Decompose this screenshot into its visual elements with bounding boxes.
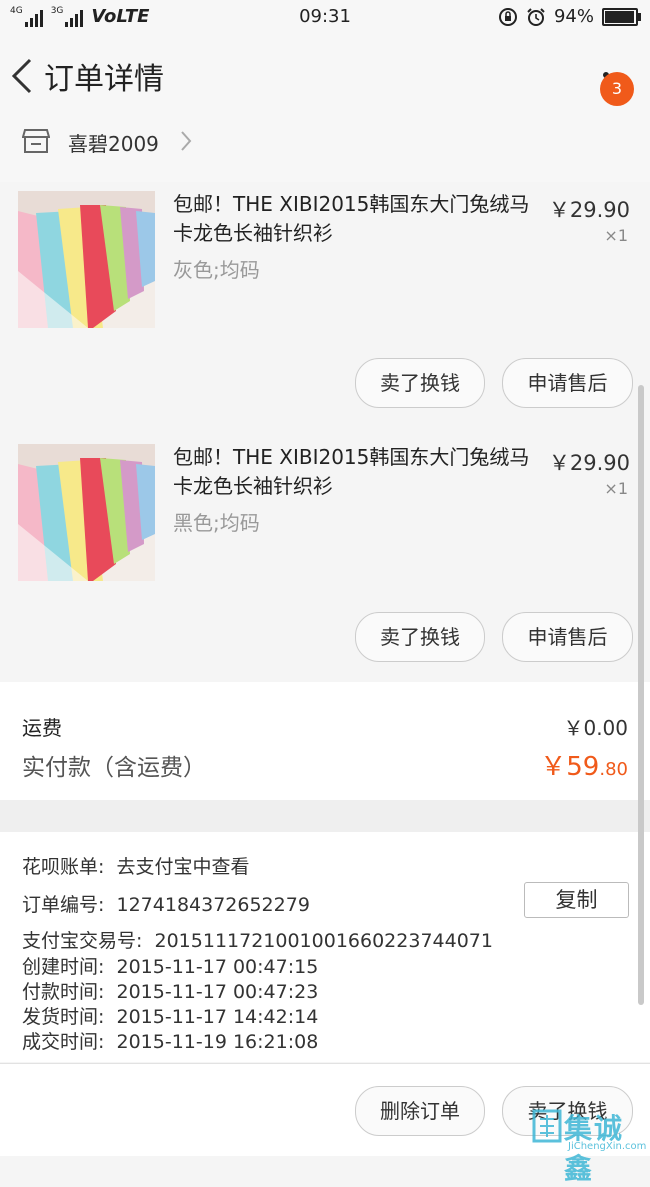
product-thumbnail[interactable] — [18, 444, 155, 581]
product-image — [18, 444, 155, 581]
total-paid-value: ￥59.80 — [540, 746, 628, 783]
watermark-subtext: JiChengXin.com — [568, 1141, 647, 1152]
shipped-label: 发货时间: — [22, 1006, 105, 1028]
order-number-label: 订单编号: — [22, 894, 105, 916]
item-sku: 灰色;均码 — [173, 258, 260, 282]
rotation-lock-icon — [498, 7, 517, 26]
status-bar: 4G 3G VoLTE 09:31 94% — [0, 0, 650, 34]
store-icon — [22, 129, 50, 153]
total-paid-integer: ￥59 — [540, 752, 600, 782]
done-row: 成交时间: 2015-11-19 16:21:08 — [22, 1027, 318, 1054]
done-value: 2015-11-19 16:21:08 — [116, 1031, 319, 1053]
alipay-label: 支付宝交易号: — [22, 930, 143, 952]
created-row: 创建时间: 2015-11-17 00:47:15 — [22, 952, 318, 979]
status-icons: 94% — [498, 6, 641, 27]
product-image — [18, 191, 155, 328]
shop-row[interactable]: 喜碧2009 — [0, 120, 650, 182]
order-info: 花呗账单: 去支付宝中查看 订单编号: 1274184372652279 复制 … — [0, 832, 650, 1062]
product-thumbnail[interactable] — [18, 191, 155, 328]
shop-name: 喜碧2009 — [68, 132, 159, 156]
shipped-value: 2015-11-17 14:42:14 — [116, 1006, 319, 1028]
alipay-value: 2015111721001001660223744071 — [154, 930, 493, 952]
watermark-logo-icon — [532, 1109, 562, 1143]
order-item[interactable]: 包邮！THE XIBI2015韩国东大门兔绒马卡龙色长袖针织衫 黑色;均码 ￥2… — [0, 430, 650, 682]
done-label: 成交时间: — [22, 1031, 105, 1053]
shipping-label: 运费 — [22, 716, 62, 740]
notification-badge: 3 — [600, 72, 634, 106]
huabei-row: 花呗账单: 去支付宝中查看 — [22, 852, 250, 879]
paid-time-label: 付款时间: — [22, 981, 105, 1003]
sell-for-cash-button[interactable]: 卖了换钱 — [355, 612, 485, 662]
watermark: 集诚鑫 JiChengXin.com — [532, 1105, 650, 1185]
battery-percent: 94% — [553, 6, 594, 27]
after-sales-button[interactable]: 申请售后 — [502, 612, 633, 662]
alipay-row: 支付宝交易号: 2015111721001001660223744071 — [22, 926, 493, 953]
page-title: 订单详情 — [44, 62, 164, 97]
sell-for-cash-button[interactable]: 卖了换钱 — [355, 358, 485, 408]
shipping-value: ￥0.00 — [563, 716, 628, 740]
scrollbar[interactable] — [638, 385, 644, 1005]
paid-time-value: 2015-11-17 00:47:23 — [116, 981, 319, 1003]
copy-button[interactable]: 复制 — [524, 882, 629, 918]
delete-order-button[interactable]: 删除订单 — [355, 1086, 485, 1136]
created-label: 创建时间: — [22, 956, 105, 978]
total-paid-label: 实付款（含运费） — [22, 755, 206, 781]
item-sku: 黑色;均码 — [173, 511, 260, 535]
order-item[interactable]: 包邮！THE XIBI2015韩国东大门兔绒马卡龙色长袖针织衫 灰色;均码 ￥2… — [0, 182, 650, 427]
shipped-row: 发货时间: 2015-11-17 14:42:14 — [22, 1002, 318, 1029]
item-price: ￥29.90 — [548, 198, 630, 222]
huabei-link[interactable]: 去支付宝中查看 — [117, 856, 250, 878]
back-arrow-icon[interactable] — [8, 56, 36, 96]
after-sales-button[interactable]: 申请售后 — [502, 358, 633, 408]
total-paid-decimal: .80 — [599, 759, 628, 780]
huabei-label: 花呗账单: — [22, 856, 105, 878]
order-number-row: 订单编号: 1274184372652279 — [22, 890, 310, 917]
battery-icon — [602, 7, 641, 26]
section-divider — [0, 800, 650, 832]
created-value: 2015-11-17 00:47:15 — [116, 956, 319, 978]
order-number-value: 1274184372652279 — [116, 894, 310, 916]
alarm-icon — [527, 7, 545, 26]
nav-bar: 订单详情 3 — [0, 34, 650, 120]
item-quantity: ×1 — [604, 226, 628, 245]
item-quantity: ×1 — [604, 479, 628, 498]
chevron-right-icon — [181, 131, 192, 151]
paid-time-row: 付款时间: 2015-11-17 00:47:23 — [22, 977, 318, 1004]
item-title[interactable]: 包邮！THE XIBI2015韩国东大门兔绒马卡龙色长袖针织衫 — [173, 443, 533, 501]
payment-summary: 运费 ￥0.00 实付款（含运费） ￥59.80 — [0, 682, 650, 800]
item-price: ￥29.90 — [548, 451, 630, 475]
item-title[interactable]: 包邮！THE XIBI2015韩国东大门兔绒马卡龙色长袖针织衫 — [173, 190, 533, 248]
